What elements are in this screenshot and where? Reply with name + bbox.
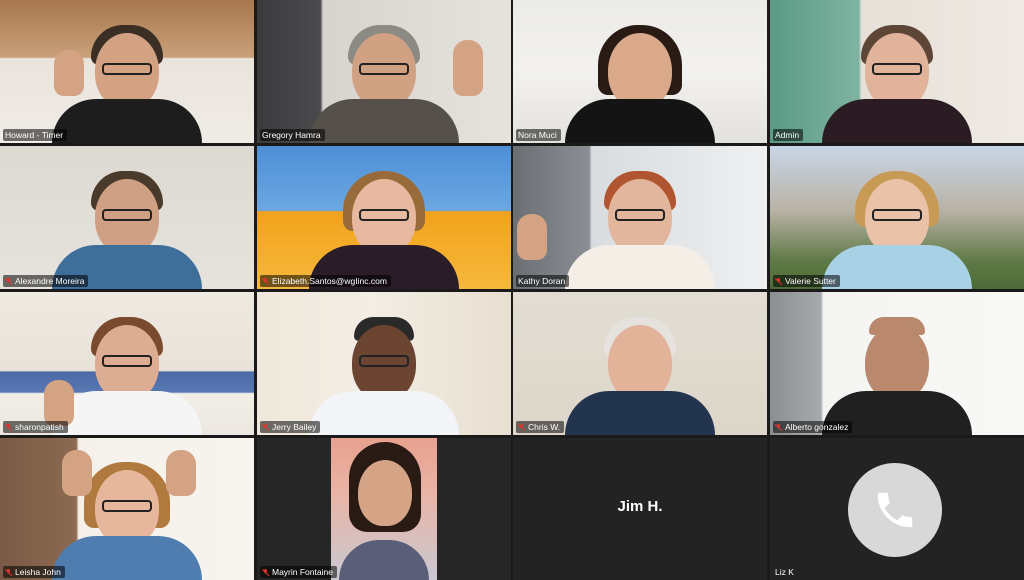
portrait-video xyxy=(331,438,437,580)
waving-hand xyxy=(54,50,84,96)
participant-name-label: Chris W. xyxy=(516,421,565,433)
phone-icon xyxy=(848,463,942,557)
raised-hand-left xyxy=(62,450,92,496)
mic-muted-icon xyxy=(262,277,269,285)
participant-video xyxy=(822,23,972,143)
participant-video xyxy=(52,169,202,289)
raised-hand-right xyxy=(166,450,196,496)
mic-muted-icon xyxy=(775,423,782,431)
mic-muted-icon xyxy=(262,423,269,431)
participant-tile-howard[interactable]: Howard - Timer xyxy=(0,0,254,143)
mic-muted-icon xyxy=(5,423,12,431)
participant-name-label: Nora Muci xyxy=(516,129,561,141)
participant-video xyxy=(565,23,715,143)
waving-hand xyxy=(453,40,483,96)
participant-tile-kathy[interactable]: Kathy Doran xyxy=(513,146,767,289)
participant-tile-valerie[interactable]: Valerie Sutter xyxy=(770,146,1024,289)
participant-tile-alberto[interactable]: Alberto gonzalez xyxy=(770,292,1024,435)
participant-tile-jim[interactable]: Jim H. xyxy=(513,438,767,580)
participant-name-label: Valerie Sutter xyxy=(773,275,840,287)
participant-tile-elizabeth[interactable]: Elizabeth.Santos@wgIinc.com xyxy=(257,146,511,289)
video-off-name: Jim H. xyxy=(617,498,663,515)
participant-video xyxy=(309,23,459,143)
participant-name-label: Howard - Timer xyxy=(3,129,68,141)
participant-name-label: Kathy Doran xyxy=(516,275,570,287)
participant-name-label: Alexandre Moreira xyxy=(3,275,89,287)
participant-tile-gregory[interactable]: Gregory Hamra xyxy=(257,0,511,143)
participant-video xyxy=(309,169,459,289)
participant-tile-liz[interactable]: Liz K xyxy=(770,438,1024,580)
participant-tile-admin[interactable]: Admin xyxy=(770,0,1024,143)
mic-muted-icon xyxy=(775,277,782,285)
participant-tile-mayrin[interactable]: Mayrin Fontaine xyxy=(257,438,511,580)
participant-name-label: sharonpatish xyxy=(3,421,68,433)
mic-muted-icon xyxy=(5,568,12,576)
waving-hand xyxy=(44,380,74,426)
participant-name-label: Gregory Hamra xyxy=(260,129,325,141)
phone-handset-icon xyxy=(877,492,913,528)
mic-muted-icon xyxy=(5,277,12,285)
mic-muted-icon xyxy=(262,568,269,576)
participant-name-label: Alberto gonzalez xyxy=(773,421,853,433)
participant-video xyxy=(822,169,972,289)
participant-name-label: Elizabeth.Santos@wgIinc.com xyxy=(260,275,391,287)
participant-tile-sharon[interactable]: sharonpatish xyxy=(0,292,254,435)
participant-name-label: Jerry Bailey xyxy=(260,421,321,433)
participant-tile-jerry[interactable]: Jerry Bailey xyxy=(257,292,511,435)
participant-tile-chris[interactable]: Chris W. xyxy=(513,292,767,435)
mic-muted-icon xyxy=(518,423,525,431)
participant-name-label: Admin xyxy=(773,129,804,141)
participant-video xyxy=(565,315,715,435)
participant-tile-nora[interactable]: Nora Muci xyxy=(513,0,767,143)
participant-video xyxy=(309,315,459,435)
participant-tile-leisha[interactable]: Leisha John xyxy=(0,438,254,580)
participant-name-label: Liz K xyxy=(775,567,794,577)
gallery-grid: Howard - Timer Gregory Hamra Nora Muci A xyxy=(0,0,1024,580)
participant-video xyxy=(565,169,715,289)
participant-video xyxy=(52,315,202,435)
participant-name-label: Leisha John xyxy=(3,566,65,578)
waving-hand xyxy=(517,214,547,260)
participant-name-label: Mayrin Fontaine xyxy=(260,566,337,578)
participant-video xyxy=(822,315,972,435)
participant-tile-alexandre[interactable]: Alexandre Moreira xyxy=(0,146,254,289)
